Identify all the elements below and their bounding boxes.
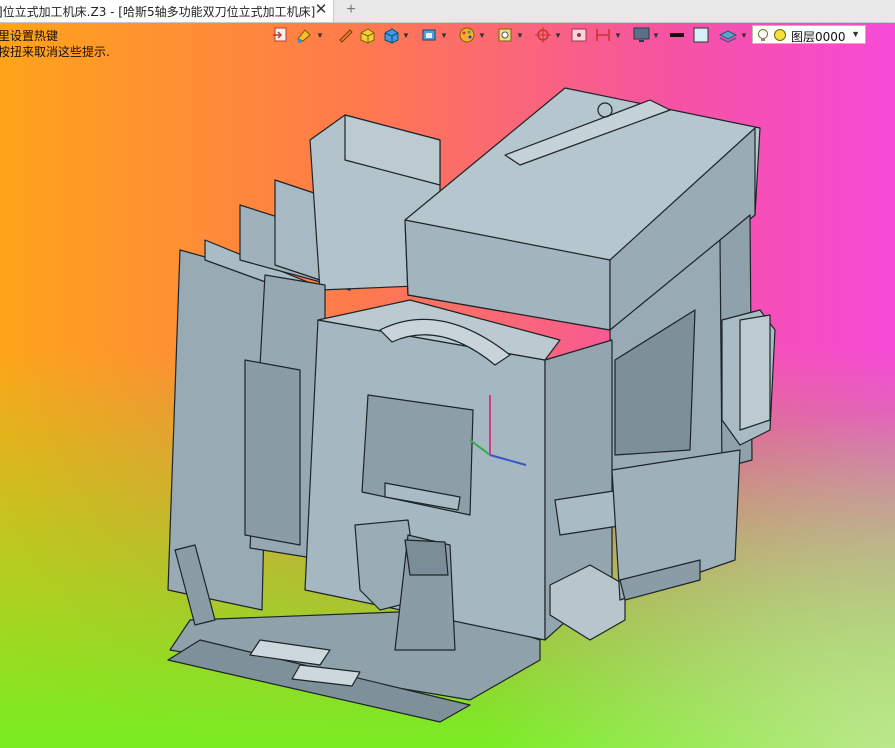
chevron-down-icon[interactable]: ▼: [652, 31, 660, 40]
palette-icon[interactable]: [458, 25, 476, 45]
layer-color-icon[interactable]: [773, 28, 787, 42]
chevron-down-icon[interactable]: ▼: [516, 31, 524, 40]
paint-bucket-icon[interactable]: [294, 25, 312, 45]
line-style-icon[interactable]: [668, 25, 686, 45]
color-swatch-icon[interactable]: [692, 25, 710, 45]
crosshair-icon[interactable]: [534, 25, 552, 45]
3d-viewport[interactable]: 里设置热键 按扭来取消这些提示.: [0, 23, 895, 748]
screen-icon[interactable]: [570, 25, 588, 45]
hint-line-2: 按扭来取消这些提示.: [0, 45, 110, 59]
close-tab-icon[interactable]: ✕: [313, 2, 329, 18]
layer-value: 图层0000: [791, 30, 846, 44]
import-icon[interactable]: [272, 25, 290, 45]
bulb-icon[interactable]: [757, 28, 769, 42]
layer-stack-icon[interactable]: [718, 25, 738, 45]
zoom-box-icon[interactable]: [496, 25, 514, 45]
cube-dropdown-icon[interactable]: [420, 25, 438, 45]
chevron-down-icon[interactable]: ▼: [740, 31, 748, 40]
measure-icon[interactable]: [594, 25, 612, 45]
chevron-down-icon[interactable]: ▼: [478, 31, 486, 40]
document-tab-title: ]位立式加工机床.Z3 - [哈斯5轴多功能双刀位立式加工机床]: [0, 5, 316, 19]
chevron-down-icon[interactable]: ▼: [554, 31, 562, 40]
hint-line-1: 里设置热键: [0, 29, 59, 43]
monitor-icon[interactable]: [632, 25, 652, 45]
chevron-down-icon[interactable]: ▼: [440, 31, 448, 40]
chevron-down-icon[interactable]: ▼: [851, 29, 860, 39]
document-tab[interactable]: ]位立式加工机床.Z3 - [哈斯5轴多功能双刀位立式加工机床] ✕: [0, 0, 334, 22]
chevron-down-icon[interactable]: ▼: [316, 31, 324, 40]
machine-model: [167, 87, 776, 723]
layer-select[interactable]: 图层0000 ▼: [752, 25, 866, 44]
pencil-icon[interactable]: [336, 25, 354, 45]
cube-view-icon[interactable]: [382, 25, 400, 45]
render-cube-icon[interactable]: [358, 25, 376, 45]
tab-bar: ]位立式加工机床.Z3 - [哈斯5轴多功能双刀位立式加工机床] ✕ +: [0, 0, 895, 23]
chevron-down-icon[interactable]: ▼: [614, 31, 622, 40]
new-tab-icon[interactable]: +: [343, 2, 359, 18]
chevron-down-icon[interactable]: ▼: [402, 31, 410, 40]
